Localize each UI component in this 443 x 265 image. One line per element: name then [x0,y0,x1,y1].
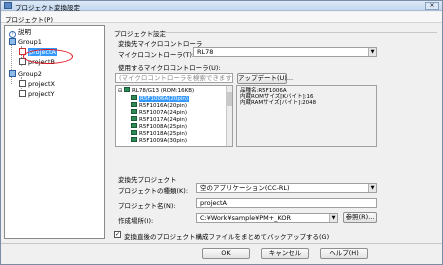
device-item[interactable]: R5F1006A(20pin) [131,95,190,102]
device-list-scrollbar[interactable] [226,86,232,146]
dialog-window: プロジェクト変換設定 × プロジェクト(P) ? 説明 Group1 projec… [0,0,443,265]
use-mcu-heading: 使用するマイクロコントローラ(U): [118,64,221,72]
tree-node-group1[interactable]: Group1 [9,38,42,47]
convert-mcu-heading: 変換先マイクロコントローラ [118,40,203,48]
tree-node-projecty[interactable]: projectY [19,90,55,99]
mcu-search-input[interactable]: (マイクロコントローラを検索できます) [115,73,233,83]
device-item[interactable]: R5F1007A(24pin) [131,109,187,116]
chevron-down-icon: ▼ [368,48,376,56]
device-item[interactable]: R5F1008A(25pin) [131,123,187,130]
dest-project-heading: 変換先プロジェクト [118,176,177,184]
chip-icon [123,87,130,92]
project-type-select[interactable]: 空のアプリケーション(CC-RL) ▼ [196,183,377,193]
update-button[interactable]: アップデート(U)... [237,73,293,84]
device-group-node[interactable]: ⊟ RL78/G13 (ROM:16KB) [118,87,194,94]
backup-checkbox-label: 変換直後のプロジェクト構成ファイルをまとめてバックアップする(G) [124,233,330,241]
cancel-button[interactable]: キャンセル [261,248,309,259]
project-name-input[interactable]: projectA [196,198,377,208]
backup-checkbox[interactable]: ✓ [114,231,121,238]
device-info-panel: 品種名:R5F1006A 内蔵ROMサイズ[Kバイト]:16 内蔵RAMサイズ[… [236,85,377,147]
chip-icon [131,130,137,135]
chevron-down-icon: ▼ [329,214,337,222]
close-button[interactable]: × [425,2,439,10]
device-item[interactable]: R5F1016A(20pin) [131,102,187,109]
window-title: プロジェクト変換設定 [15,4,80,12]
browse-button[interactable]: 参照(R)... [343,212,377,223]
device-item[interactable]: R5F1017A(24pin) [131,116,187,123]
tree-node-help[interactable]: ? 説明 [9,28,31,38]
settings-heading: プロジェクト設定 [114,30,166,38]
help-button[interactable]: ヘルプ(H) [320,248,368,259]
selection-highlight-circle [23,49,73,64]
mcu-select[interactable]: RL78 ▼ [193,47,377,57]
chevron-down-icon: ▼ [368,184,376,192]
location-label: 作成場所(I): [118,217,154,225]
tree-node-group2[interactable]: Group2 [9,70,42,79]
project-type-label: プロジェクトの種類(K): [118,187,189,195]
group-icon [9,38,16,45]
app-icon [4,2,12,9]
group-icon [9,70,16,77]
mcu-label: マイクロコントローラ(T): [118,51,195,59]
chip-icon [131,102,137,107]
chip-icon [131,109,137,114]
scroll-thumb[interactable] [227,92,232,106]
device-item[interactable]: R5F1009A(30pin) [131,137,187,144]
project-icon [19,80,26,87]
device-item[interactable]: R5F1018A(25pin) [131,130,187,137]
project-icon [19,90,26,97]
menu-bar: プロジェクト(P) [1,12,442,24]
project-name-label: プロジェクト名(N): [118,202,176,210]
chip-icon [131,137,137,142]
tree-node-projectx[interactable]: projectX [19,80,55,89]
chip-icon [131,116,137,121]
chip-icon [131,123,137,128]
title-bar[interactable]: プロジェクト変換設定 × [1,1,442,12]
menu-project[interactable]: プロジェクト(P) [5,14,53,24]
location-input[interactable]: C:¥Work¥sample¥PM+_KOR ▼ [196,213,338,223]
ok-button[interactable]: OK [202,248,250,259]
help-icon: ? [9,31,16,38]
chip-icon [131,95,137,100]
project-tree[interactable]: ? 説明 Group1 projectA projectB Group2 proj… [4,25,105,239]
device-list[interactable]: ⊟ RL78/G13 (ROM:16KB) R5F1006A(20pin) R5… [115,85,233,147]
